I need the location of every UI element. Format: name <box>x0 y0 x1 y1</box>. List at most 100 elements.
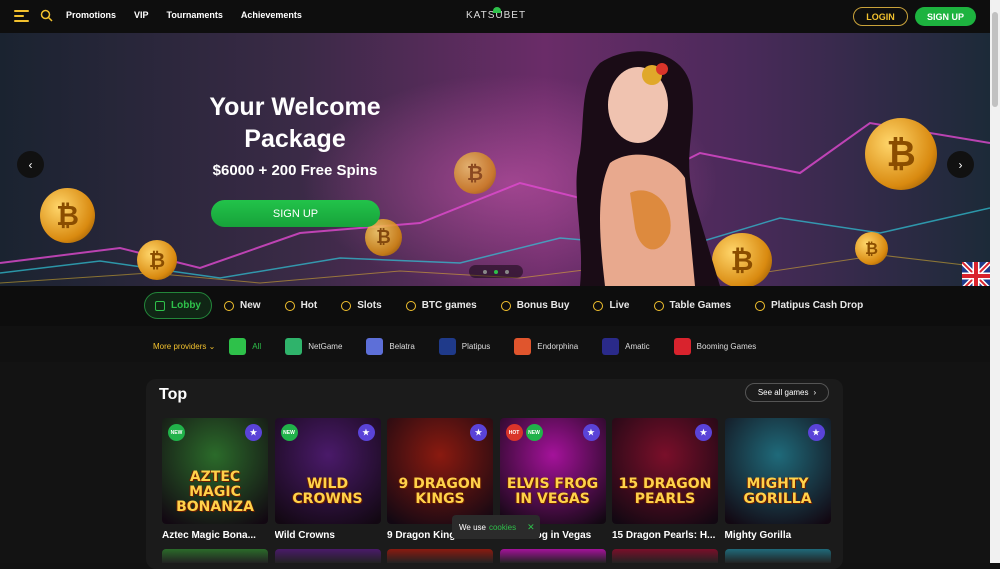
carousel-dot-active[interactable] <box>494 269 498 274</box>
provider-all[interactable]: All <box>229 338 261 355</box>
category-tabs: Lobby New Hot Slots BTC games Bonus Buy Live Ta… <box>144 292 875 319</box>
live-icon <box>593 300 604 311</box>
carousel-next-button[interactable]: › <box>947 151 974 178</box>
favorite-star-icon[interactable]: ★ <box>470 424 487 441</box>
carousel-dot[interactable] <box>483 269 487 274</box>
provider-logo-icon <box>514 338 532 355</box>
game-card-next-row[interactable] <box>499 549 606 563</box>
hero-character-illustration <box>576 51 720 286</box>
logo-mark-icon <box>493 7 501 13</box>
game-name: Mighty Gorilla <box>724 530 792 541</box>
game-card-next-row[interactable] <box>162 549 268 563</box>
category-tab-table-games[interactable]: Table Games <box>642 292 744 319</box>
main-nav: Promotions VIP Tournaments Achievements <box>66 10 302 20</box>
game-name: Aztec Magic Bona... <box>162 530 256 541</box>
game-name: Wild Crowns <box>274 530 335 541</box>
provider-platipus[interactable]: Platipus <box>438 338 490 355</box>
search-icon[interactable] <box>40 9 53 27</box>
category-tab-platipus-cash-drop[interactable]: Platipus Cash Drop <box>743 292 875 319</box>
chevron-right-icon: › <box>813 388 817 397</box>
provider-logo-icon <box>602 338 620 355</box>
hero-subtitle: $6000 + 200 Free Spins <box>212 162 378 179</box>
see-all-games-button[interactable]: See all games › <box>745 383 829 402</box>
bitcoin-coin-icon: ₿ <box>454 152 496 194</box>
game-thumbnail[interactable]: AZTEC MAGIC BONANZA NEW ★ <box>162 418 268 524</box>
provider-logo-icon <box>673 338 691 355</box>
provider-logo-icon <box>366 338 384 355</box>
menu-icon[interactable] <box>14 10 29 22</box>
category-tab-hot[interactable]: Hot <box>273 292 330 319</box>
top-header: Promotions VIP Tournaments Achievements … <box>0 0 990 33</box>
provider-belatra[interactable]: Belatra <box>366 338 415 355</box>
provider-booming-games[interactable]: Booming Games <box>673 338 756 355</box>
hero-banner: ₿ ₿ ₿ ₿ ₿ ₿ ₿ Your Welcome Package $6000… <box>0 33 990 286</box>
favorite-star-icon[interactable]: ★ <box>245 424 262 441</box>
category-tab-btc-games[interactable]: BTC games <box>394 292 489 319</box>
hero-title: Your Welcome Package <box>209 93 381 153</box>
new-badge: NEW <box>280 424 298 441</box>
game-thumbnail[interactable]: 9 DRAGON KINGS ★ <box>387 418 493 524</box>
bitcoin-coin-icon: ₿ <box>865 118 937 190</box>
game-name: 15 Dragon Pearls: H... <box>612 530 716 541</box>
favorite-star-icon[interactable]: ★ <box>582 424 600 441</box>
lobby-icon <box>155 300 165 311</box>
game-card[interactable]: AZTEC MAGIC BONANZA NEW ★ Aztec Magic Bona.… <box>162 418 268 541</box>
scrollbar-thumb[interactable] <box>992 12 998 107</box>
game-thumbnail[interactable]: MIGHTY GORILLA ★ <box>724 418 831 524</box>
carousel-dot[interactable] <box>505 269 509 274</box>
provider-logo-icon <box>229 338 247 355</box>
site-logo[interactable]: KATSUBET <box>466 7 526 21</box>
game-card-next-row[interactable] <box>724 549 831 563</box>
category-tab-slots[interactable]: Slots <box>329 292 393 319</box>
game-art-title: ELVIS FROG IN VEGAS <box>506 476 599 507</box>
category-tab-new[interactable]: New <box>212 292 273 319</box>
more-providers-dropdown[interactable]: More providers ⌄ <box>153 342 215 351</box>
game-card-next-row[interactable] <box>274 549 381 563</box>
provider-logo-icon <box>438 338 456 355</box>
provider-logo-icon <box>285 338 303 355</box>
hot-badge: HOT <box>505 424 523 441</box>
game-card[interactable]: MIGHTY GORILLA ★ Mighty Gorilla <box>724 418 831 541</box>
nav-tournaments[interactable]: Tournaments <box>167 10 223 20</box>
provider-endorphina[interactable]: Endorphina <box>514 338 578 355</box>
game-thumbnail[interactable]: 15 DRAGON PEARLS ★ <box>612 418 718 524</box>
provider-list: More providers ⌄ All NetGame Belatra Platip… <box>153 338 780 355</box>
game-thumbnail[interactable]: WILD CROWNS NEW ★ <box>274 418 381 524</box>
fire-icon <box>284 300 295 311</box>
cookies-link[interactable]: cookies <box>489 523 516 532</box>
category-tab-lobby[interactable]: Lobby <box>144 292 212 319</box>
category-tab-live[interactable]: Live <box>581 292 641 319</box>
cashdrop-icon <box>755 300 766 311</box>
game-thumbnail[interactable]: ELVIS FROG IN VEGAS HOT NEW ★ <box>499 418 606 524</box>
new-badge: NEW <box>168 424 185 441</box>
favorite-star-icon[interactable]: ★ <box>695 424 712 441</box>
nav-promotions[interactable]: Promotions <box>66 10 116 20</box>
chevron-down-icon: ⌄ <box>208 342 216 351</box>
hero-signup-button[interactable]: SIGN UP <box>211 200 380 227</box>
carousel-prev-button[interactable]: ‹ <box>17 151 44 178</box>
category-tab-bonus-buy[interactable]: Bonus Buy <box>489 292 582 319</box>
provider-amatic[interactable]: Amatic <box>602 338 650 355</box>
category-bar: Lobby New Hot Slots BTC games Bonus Buy Live Ta… <box>0 286 990 326</box>
nav-vip[interactable]: VIP <box>134 10 149 20</box>
new-icon <box>224 300 234 311</box>
game-card[interactable]: WILD CROWNS NEW ★ Wild Crowns <box>274 418 381 541</box>
gift-icon <box>500 300 511 311</box>
login-button[interactable]: LOGIN <box>853 7 908 26</box>
game-card-next-row[interactable] <box>612 549 718 563</box>
bitcoin-coin-icon: ₿ <box>137 240 177 280</box>
page-scrollbar[interactable] <box>990 0 1000 563</box>
cookie-banner: We use cookies ✕ <box>452 515 540 539</box>
signup-button[interactable]: SIGN UP <box>915 7 976 26</box>
nav-achievements[interactable]: Achievements <box>241 10 302 20</box>
game-card-next-row[interactable] <box>387 549 493 563</box>
favorite-star-icon[interactable]: ★ <box>807 424 825 441</box>
provider-netgame[interactable]: NetGame <box>285 338 342 355</box>
carousel-dots <box>469 265 523 278</box>
bitcoin-coin-icon: ₿ <box>40 188 95 243</box>
game-card[interactable]: 15 DRAGON PEARLS ★ 15 Dragon Pearls: H... <box>612 418 718 541</box>
close-icon[interactable]: ✕ <box>527 522 535 533</box>
slots-icon <box>341 300 352 311</box>
favorite-star-icon[interactable]: ★ <box>357 424 375 441</box>
provider-bar: More providers ⌄ All NetGame Belatra Platip… <box>0 326 990 362</box>
